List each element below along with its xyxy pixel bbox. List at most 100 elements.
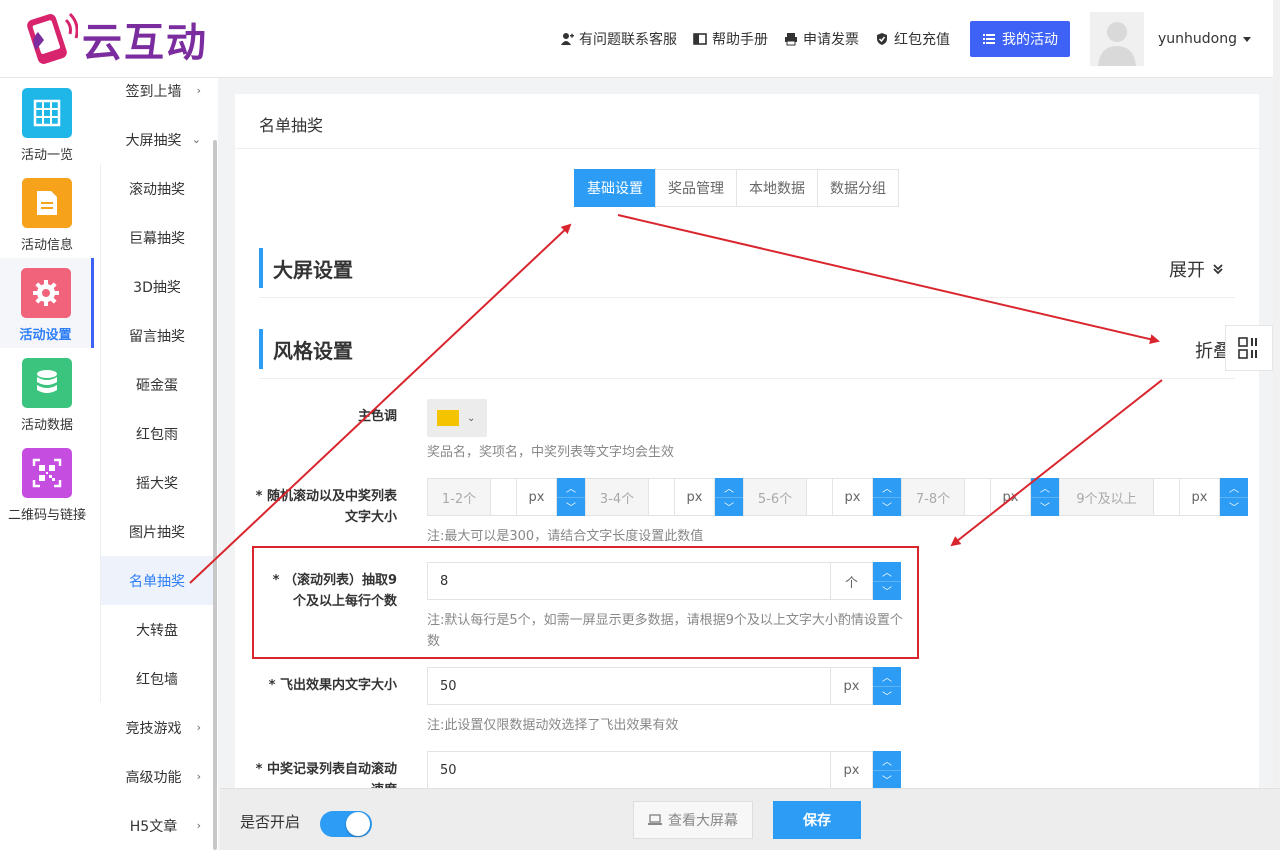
username: yunhudong: [1158, 31, 1237, 47]
rail-label: 活动一览: [20, 148, 73, 163]
red-packet-recharge-link[interactable]: 红包充值: [875, 29, 950, 49]
chevron-up-icon[interactable]: ︿: [557, 478, 585, 498]
enable-switch[interactable]: [320, 811, 372, 837]
submenu-label: 砸金蛋: [136, 377, 178, 394]
unit-label: px: [675, 478, 715, 516]
page-scrollbar[interactable]: [1273, 0, 1280, 850]
view-screen-label: 查看大屏幕: [668, 813, 738, 829]
submenu-child-giant-lottery[interactable]: 巨幕抽奖: [101, 213, 213, 262]
submenu-label: 签到上墙: [125, 83, 182, 100]
expand-label: 展开: [1169, 260, 1205, 281]
submenu-child-shake-prize[interactable]: 摇大奖: [101, 458, 213, 507]
submenu-child-list-lottery[interactable]: 名单抽奖: [101, 556, 213, 605]
rail-item-qrcode-link[interactable]: 二维码与链接: [0, 438, 94, 528]
logo[interactable]: 云互动: [22, 10, 208, 68]
highlight-box: [252, 546, 919, 659]
submenu-child-golden-egg[interactable]: 砸金蛋: [101, 360, 213, 409]
size-input[interactable]: [965, 478, 991, 516]
color-picker[interactable]: ⌄: [427, 399, 487, 437]
chevron-down-icon[interactable]: ﹀: [557, 498, 585, 517]
size-input[interactable]: [807, 478, 833, 516]
chevron-down-icon[interactable]: ﹀: [715, 498, 743, 517]
rail-item-activity-settings[interactable]: 活动设置: [0, 258, 94, 348]
fly-size-input[interactable]: 50: [427, 667, 831, 705]
stepper[interactable]: ︿ ﹀: [1220, 478, 1248, 516]
stepper[interactable]: ︿ ﹀: [1031, 478, 1059, 516]
fly-size-note: 注:此设置仅限数据动效选择了飞出效果有效: [427, 718, 679, 733]
submenu-item-h5-article[interactable]: H5文章 ›: [94, 801, 213, 850]
chevron-right-icon: ›: [196, 770, 201, 783]
contact-support-link[interactable]: 有问题联系客服: [560, 29, 677, 49]
submenu-child-message-lottery[interactable]: 留言抽奖: [101, 311, 213, 360]
tab-prize-management[interactable]: 奖品管理: [655, 169, 737, 207]
submenu-label: 滚动抽奖: [129, 181, 185, 198]
section-accent-bar: [259, 248, 263, 288]
size-input[interactable]: [649, 478, 675, 516]
rail-item-activity-data[interactable]: 活动数据: [0, 348, 94, 438]
chevron-up-icon[interactable]: ︿: [873, 478, 901, 498]
submenu-child-big-wheel[interactable]: 大转盘: [101, 605, 213, 654]
stepper[interactable]: ︿ ﹀: [873, 478, 901, 516]
expand-toggle[interactable]: 展开: [1169, 256, 1225, 282]
color-swatch: [437, 410, 459, 426]
stepper[interactable]: ︿ ﹀: [873, 751, 901, 789]
invoice-link[interactable]: 申请发票: [784, 29, 859, 49]
size-group-3-4: 3-4个 px ︿ ﹀: [585, 478, 743, 516]
chevron-down-icon[interactable]: ﹀: [873, 498, 901, 517]
tab-basic-settings[interactable]: 基础设置: [574, 169, 656, 207]
my-activity-button[interactable]: 我的活动: [970, 21, 1070, 57]
bottom-bar: 是否开启 查看大屏幕 保存: [220, 788, 1280, 850]
rail-item-activity-info[interactable]: 活动信息: [0, 168, 94, 258]
floating-qrcode-button[interactable]: [1225, 325, 1273, 371]
rail-item-activity-overview[interactable]: 活动一览: [0, 78, 94, 168]
avatar[interactable]: [1090, 12, 1144, 66]
chevron-up-icon[interactable]: ︿: [873, 667, 901, 687]
chevron-up-icon[interactable]: ︿: [1220, 478, 1248, 498]
submenu-child-red-packet-rain[interactable]: 红包雨: [101, 409, 213, 458]
chevron-down-icon[interactable]: ﹀: [1031, 498, 1059, 517]
rail-label: 活动设置: [19, 328, 72, 343]
database-icon: [22, 358, 72, 408]
scroll-speed-input[interactable]: 50: [427, 751, 831, 789]
size-group-5-6: 5-6个 px ︿ ﹀: [743, 478, 901, 516]
submenu-scrollbar[interactable]: [213, 140, 217, 850]
submenu-item-checkin-wall[interactable]: 签到上墙 ›: [94, 78, 213, 115]
chevron-down-icon: ⌄: [467, 412, 476, 424]
submenu-child-scroll-lottery[interactable]: 滚动抽奖: [101, 164, 213, 213]
submenu-label: 摇大奖: [136, 475, 178, 492]
tab-local-data[interactable]: 本地数据: [736, 169, 818, 207]
chevron-right-icon: ›: [196, 819, 201, 832]
unit-label: px: [517, 478, 557, 516]
size-group-7-8: 7-8个 px ︿ ﹀: [901, 478, 1059, 516]
submenu-item-competitive-games[interactable]: 竞技游戏 ›: [94, 703, 213, 752]
range-label: 3-4个: [585, 478, 649, 516]
stepper[interactable]: ︿ ﹀: [557, 478, 585, 516]
chevron-right-icon: ›: [196, 84, 201, 97]
section-screen-settings: 大屏设置 展开: [259, 248, 1235, 298]
help-manual-link[interactable]: 帮助手册: [693, 29, 768, 49]
size-input[interactable]: [1154, 478, 1180, 516]
chevron-up-icon[interactable]: ︿: [873, 751, 901, 771]
user-menu[interactable]: yunhudong: [1158, 31, 1251, 47]
submenu-child-3d-lottery[interactable]: 3D抽奖: [101, 262, 213, 311]
submenu-item-screen-lottery[interactable]: 大屏抽奖 ⌄: [94, 115, 213, 164]
stepper[interactable]: ︿ ﹀: [873, 667, 901, 705]
chevron-down-icon[interactable]: ﹀: [1220, 498, 1248, 517]
view-screen-button[interactable]: 查看大屏幕: [633, 801, 753, 839]
size-input[interactable]: [491, 478, 517, 516]
top-nav: 有问题联系客服 帮助手册 申请发票 红包充值 我的活动 yunhudong: [560, 0, 1273, 78]
chevron-down-icon[interactable]: ﹀: [873, 687, 901, 706]
range-label: 5-6个: [743, 478, 807, 516]
stepper[interactable]: ︿ ﹀: [715, 478, 743, 516]
submenu-child-image-lottery[interactable]: 图片抽奖: [101, 507, 213, 556]
chevron-up-icon[interactable]: ︿: [1031, 478, 1059, 498]
chevron-down-icon[interactable]: ﹀: [873, 771, 901, 790]
submenu-child-red-packet-wall[interactable]: 红包墙: [101, 654, 213, 703]
save-button[interactable]: 保存: [773, 801, 861, 839]
submenu-item-advanced[interactable]: 高级功能 ›: [94, 752, 213, 801]
submenu-label: 红包雨: [136, 426, 178, 443]
chevron-up-icon[interactable]: ︿: [715, 478, 743, 498]
list-icon: [983, 34, 995, 44]
phone-logo-icon: [22, 10, 79, 68]
tab-data-grouping[interactable]: 数据分组: [817, 169, 899, 207]
